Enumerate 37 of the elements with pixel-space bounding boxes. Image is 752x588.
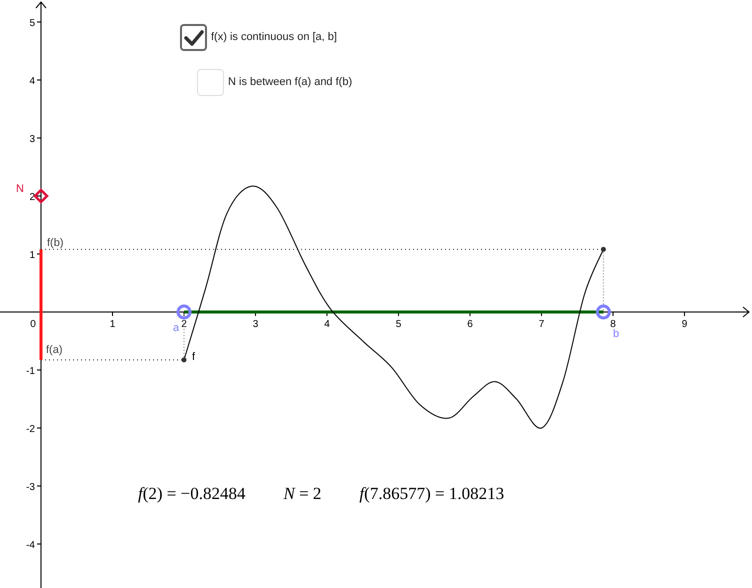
- checkbox[interactable]: [180, 24, 207, 51]
- y-tick-label: 5: [29, 18, 35, 29]
- x-tick-label: 8: [610, 319, 616, 330]
- x-tick-label: 4: [324, 319, 330, 330]
- y-tick-label: -2: [26, 424, 35, 435]
- y-tick-label: 4: [29, 76, 35, 87]
- checkbox-label: N is between f(a) and f(b): [228, 75, 352, 90]
- y-tick-label: 3: [29, 134, 35, 145]
- x-tick-label: 6: [467, 319, 473, 330]
- point-dot: [600, 246, 606, 252]
- y-tick-label: 2: [29, 192, 35, 203]
- x-tick-label: 5: [396, 319, 402, 330]
- x-tick-label: 0: [30, 319, 36, 330]
- x-tick-label: 9: [682, 319, 688, 330]
- y-tick-label: -4: [26, 540, 35, 551]
- level-label: f(a): [46, 344, 62, 356]
- checkbox-label: f(x) is continuous on [a, b]: [211, 30, 337, 46]
- point-handle[interactable]: [33, 188, 49, 204]
- x-tick-label: 7: [538, 319, 544, 330]
- x-tick-label: 3: [252, 319, 258, 330]
- point-dot: [182, 357, 186, 362]
- point-label: b: [613, 328, 620, 340]
- level-label: f(b): [47, 237, 64, 249]
- value-formula: f(7.86577) = 1.08213: [359, 483, 504, 505]
- y-tick-label: 1: [29, 250, 35, 261]
- value-formula: f(2) = −0.82484: [138, 483, 246, 505]
- y-tick-label: -1: [26, 366, 35, 377]
- function-label: f: [192, 351, 196, 363]
- y-tick-label: -3: [26, 482, 35, 493]
- check-icon: [184, 30, 204, 46]
- x-tick-label: 1: [110, 319, 116, 330]
- point-handle[interactable]: [176, 304, 192, 320]
- value-formula: N = 2: [283, 483, 322, 505]
- x-tick-label: 2: [181, 319, 187, 330]
- point-handle[interactable]: [596, 304, 611, 320]
- point-label: N: [16, 183, 24, 195]
- point-label: a: [173, 322, 180, 334]
